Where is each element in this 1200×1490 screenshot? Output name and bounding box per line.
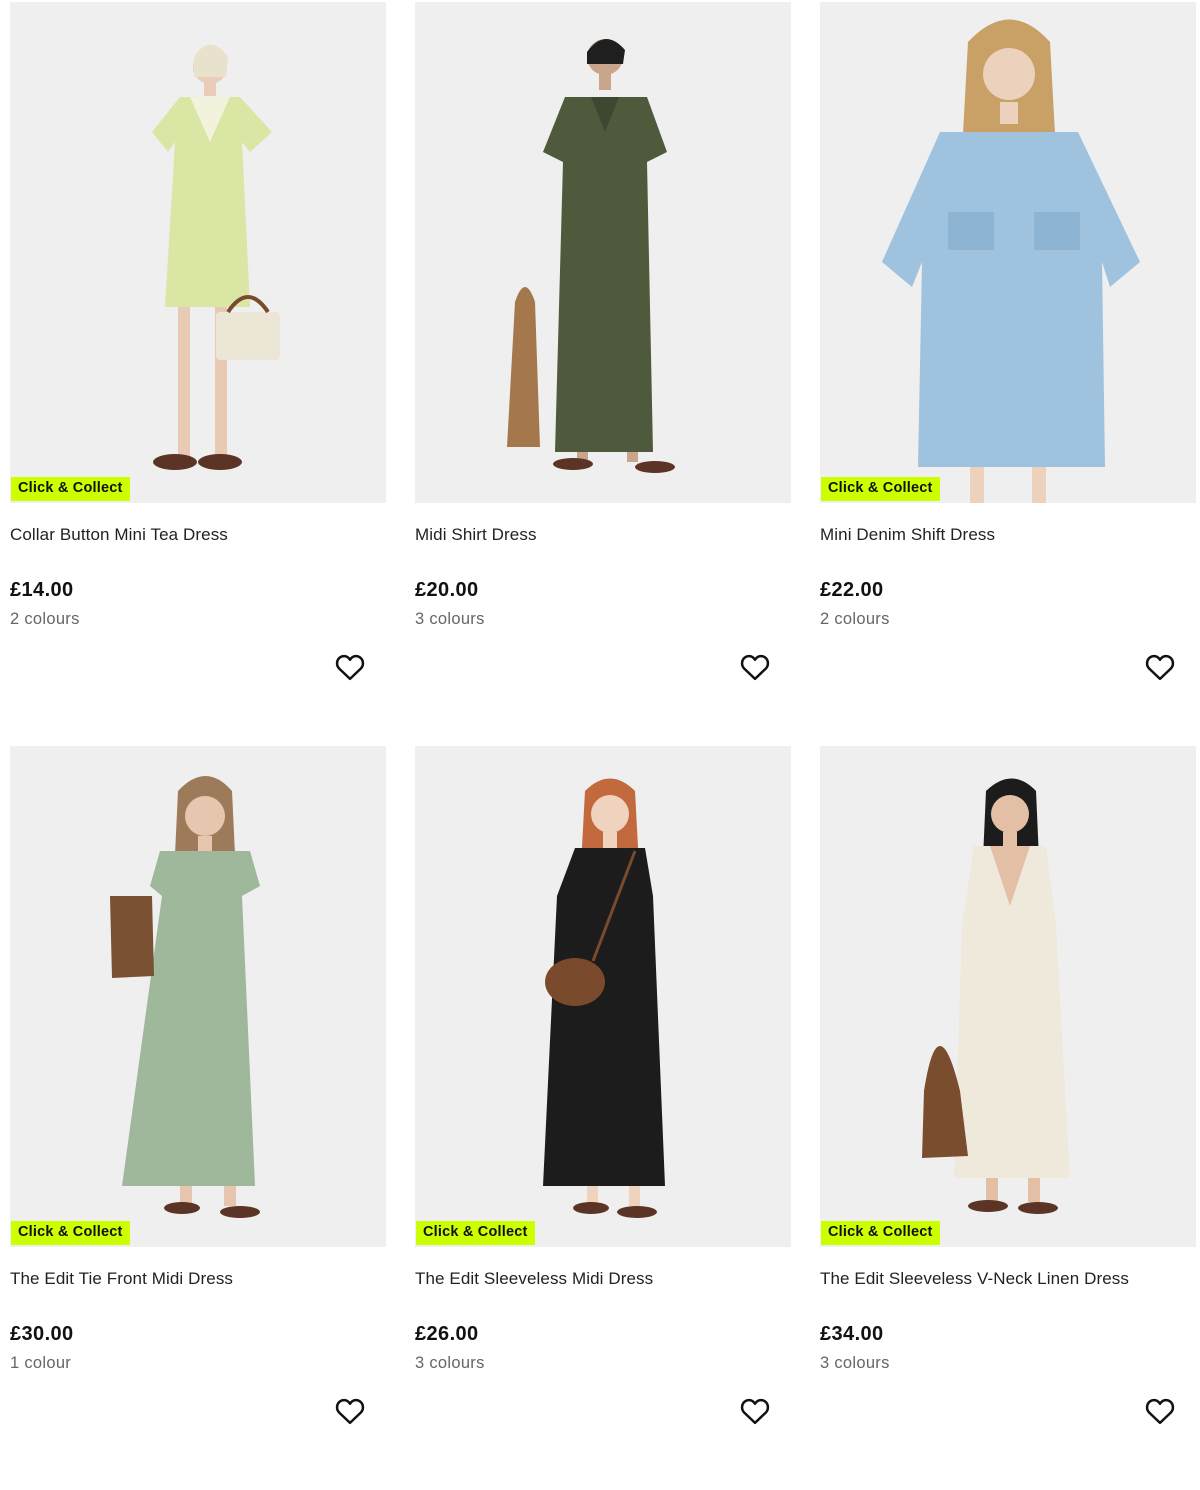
- wishlist-button[interactable]: [739, 651, 771, 683]
- product-price: £34.00: [820, 1323, 884, 1345]
- wishlist-button[interactable]: [334, 651, 366, 683]
- product-image[interactable]: Click & Collect: [10, 2, 386, 503]
- product-title[interactable]: Midi Shirt Dress: [415, 525, 537, 545]
- product-price: £26.00: [415, 1323, 479, 1345]
- product-price: £20.00: [415, 579, 479, 601]
- product-card[interactable]: Click & Collect The Edit Sleeveless V-Ne…: [820, 746, 1196, 1490]
- wishlist-button[interactable]: [1144, 1395, 1176, 1427]
- heart-icon: [740, 1398, 770, 1425]
- heart-icon: [740, 654, 770, 681]
- product-card[interactable]: Click & Collect Mini Denim Shift Dress £…: [820, 2, 1196, 746]
- product-colours: 2 colours: [820, 610, 890, 628]
- wishlist-button[interactable]: [334, 1395, 366, 1427]
- dress-photo: [110, 776, 260, 1218]
- heart-icon: [1145, 654, 1175, 681]
- product-card[interactable]: Midi Shirt Dress £20.00 3 colours: [415, 2, 791, 746]
- dress-photo: [152, 44, 280, 470]
- product-image[interactable]: Click & Collect: [10, 746, 386, 1247]
- product-title[interactable]: Mini Denim Shift Dress: [820, 525, 995, 545]
- product-image[interactable]: [415, 2, 791, 503]
- click-collect-badge: Click & Collect: [11, 477, 130, 501]
- click-collect-badge: Click & Collect: [11, 1221, 130, 1245]
- dress-photo: [543, 778, 665, 1218]
- dress-photo: [882, 19, 1140, 503]
- product-image[interactable]: Click & Collect: [820, 2, 1196, 503]
- product-colours: 3 colours: [415, 610, 485, 628]
- product-grid: Click & Collect Collar Button Mini Tea D…: [10, 2, 1198, 1490]
- product-colours: 3 colours: [820, 1354, 890, 1372]
- product-title[interactable]: The Edit Sleeveless Midi Dress: [415, 1269, 653, 1289]
- dress-photo: [507, 38, 675, 473]
- dress-photo: [922, 778, 1070, 1214]
- product-colours: 1 colour: [10, 1354, 72, 1372]
- wishlist-button[interactable]: [1144, 651, 1176, 683]
- product-price: £22.00: [820, 579, 884, 601]
- heart-icon: [335, 1398, 365, 1425]
- heart-icon: [335, 654, 365, 681]
- product-colours: 2 colours: [10, 610, 80, 628]
- product-title[interactable]: The Edit Tie Front Midi Dress: [10, 1269, 233, 1289]
- product-card[interactable]: Click & Collect The Edit Tie Front Midi …: [10, 746, 386, 1490]
- heart-icon: [1145, 1398, 1175, 1425]
- click-collect-badge: Click & Collect: [821, 477, 940, 501]
- product-price: £14.00: [10, 579, 74, 601]
- product-colours: 3 colours: [415, 1354, 485, 1372]
- product-card[interactable]: Click & Collect Collar Button Mini Tea D…: [10, 2, 386, 746]
- product-card[interactable]: Click & Collect The Edit Sleeveless Midi…: [415, 746, 791, 1490]
- product-price: £30.00: [10, 1323, 74, 1345]
- product-title[interactable]: The Edit Sleeveless V-Neck Linen Dress: [820, 1269, 1129, 1289]
- click-collect-badge: Click & Collect: [416, 1221, 535, 1245]
- click-collect-badge: Click & Collect: [821, 1221, 940, 1245]
- wishlist-button[interactable]: [739, 1395, 771, 1427]
- product-image[interactable]: Click & Collect: [415, 746, 791, 1247]
- product-image[interactable]: Click & Collect: [820, 746, 1196, 1247]
- product-title[interactable]: Collar Button Mini Tea Dress: [10, 525, 228, 545]
